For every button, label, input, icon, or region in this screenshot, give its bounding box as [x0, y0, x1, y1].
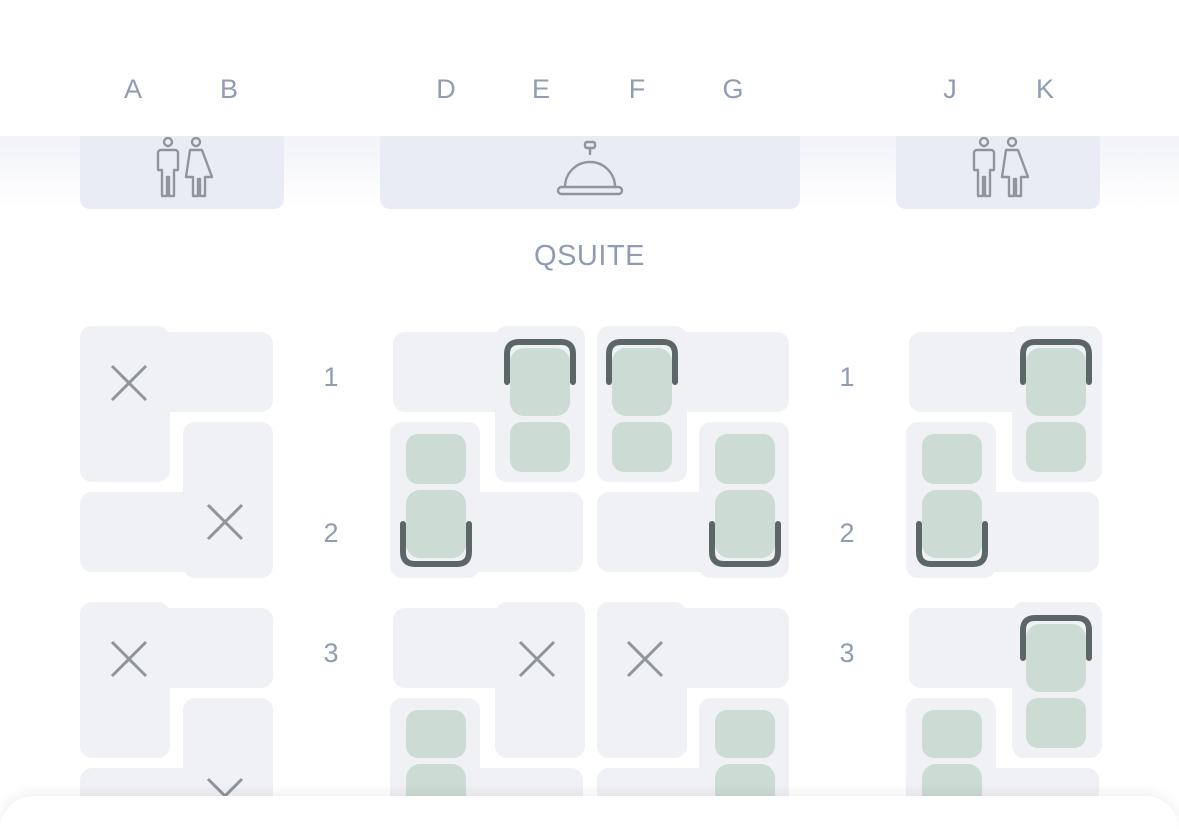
seat-back	[715, 764, 775, 800]
seat-2D[interactable]	[400, 434, 472, 567]
seat-1F[interactable]	[606, 339, 678, 472]
seat-map	[80, 326, 1102, 800]
seat-back	[1026, 348, 1086, 416]
seat-cushion	[922, 710, 982, 758]
seat-cushion	[715, 710, 775, 758]
seat-back	[406, 764, 466, 800]
column-label: D	[436, 74, 456, 104]
seat-cushion	[406, 434, 466, 484]
seat-1K[interactable]	[1020, 339, 1092, 472]
seat-1E[interactable]	[504, 339, 576, 472]
seat-back	[510, 348, 570, 416]
lavatory-icon	[972, 136, 1030, 197]
seat-back	[715, 490, 775, 558]
seat-back	[406, 490, 466, 558]
pod-part	[495, 602, 585, 758]
seat-back	[612, 348, 672, 416]
column-label: K	[1035, 74, 1054, 104]
seat-4J[interactable]	[922, 710, 982, 800]
pod-part	[80, 602, 170, 758]
lavatory-facility-right	[896, 130, 1100, 209]
lavatory-facility-left	[80, 130, 284, 209]
seat-back	[922, 490, 982, 558]
cabin-class-label: QSUITE	[534, 240, 645, 272]
seat-cushion	[1026, 698, 1086, 748]
seat-cushion	[1026, 422, 1086, 472]
seat-cushion	[406, 710, 466, 758]
seat-4G[interactable]	[715, 710, 775, 800]
bottom-sheet	[0, 796, 1179, 836]
seat-4D[interactable]	[406, 710, 466, 800]
pod-part	[80, 326, 170, 482]
seat-back	[922, 764, 982, 800]
lavatory-icon	[156, 136, 214, 197]
seat-cushion	[715, 434, 775, 484]
service-bell-icon	[556, 140, 624, 195]
column-label: G	[722, 74, 744, 104]
seat-3K[interactable]	[1020, 615, 1092, 748]
galley-facility	[380, 130, 800, 209]
seat-cushion	[510, 422, 570, 472]
seat-2J[interactable]	[916, 434, 988, 567]
column-label: A	[123, 74, 142, 104]
seat-back	[1026, 624, 1086, 692]
column-label: J	[943, 74, 957, 104]
pod-part	[80, 492, 273, 572]
seat-2G[interactable]	[709, 434, 781, 567]
column-label: F	[628, 74, 646, 104]
column-label: B	[219, 74, 238, 104]
column-header: A B D E F G J K	[0, 0, 1179, 136]
seat-cushion	[612, 422, 672, 472]
seat-cushion	[922, 434, 982, 484]
pod-part	[597, 602, 687, 758]
column-label: E	[531, 74, 550, 104]
